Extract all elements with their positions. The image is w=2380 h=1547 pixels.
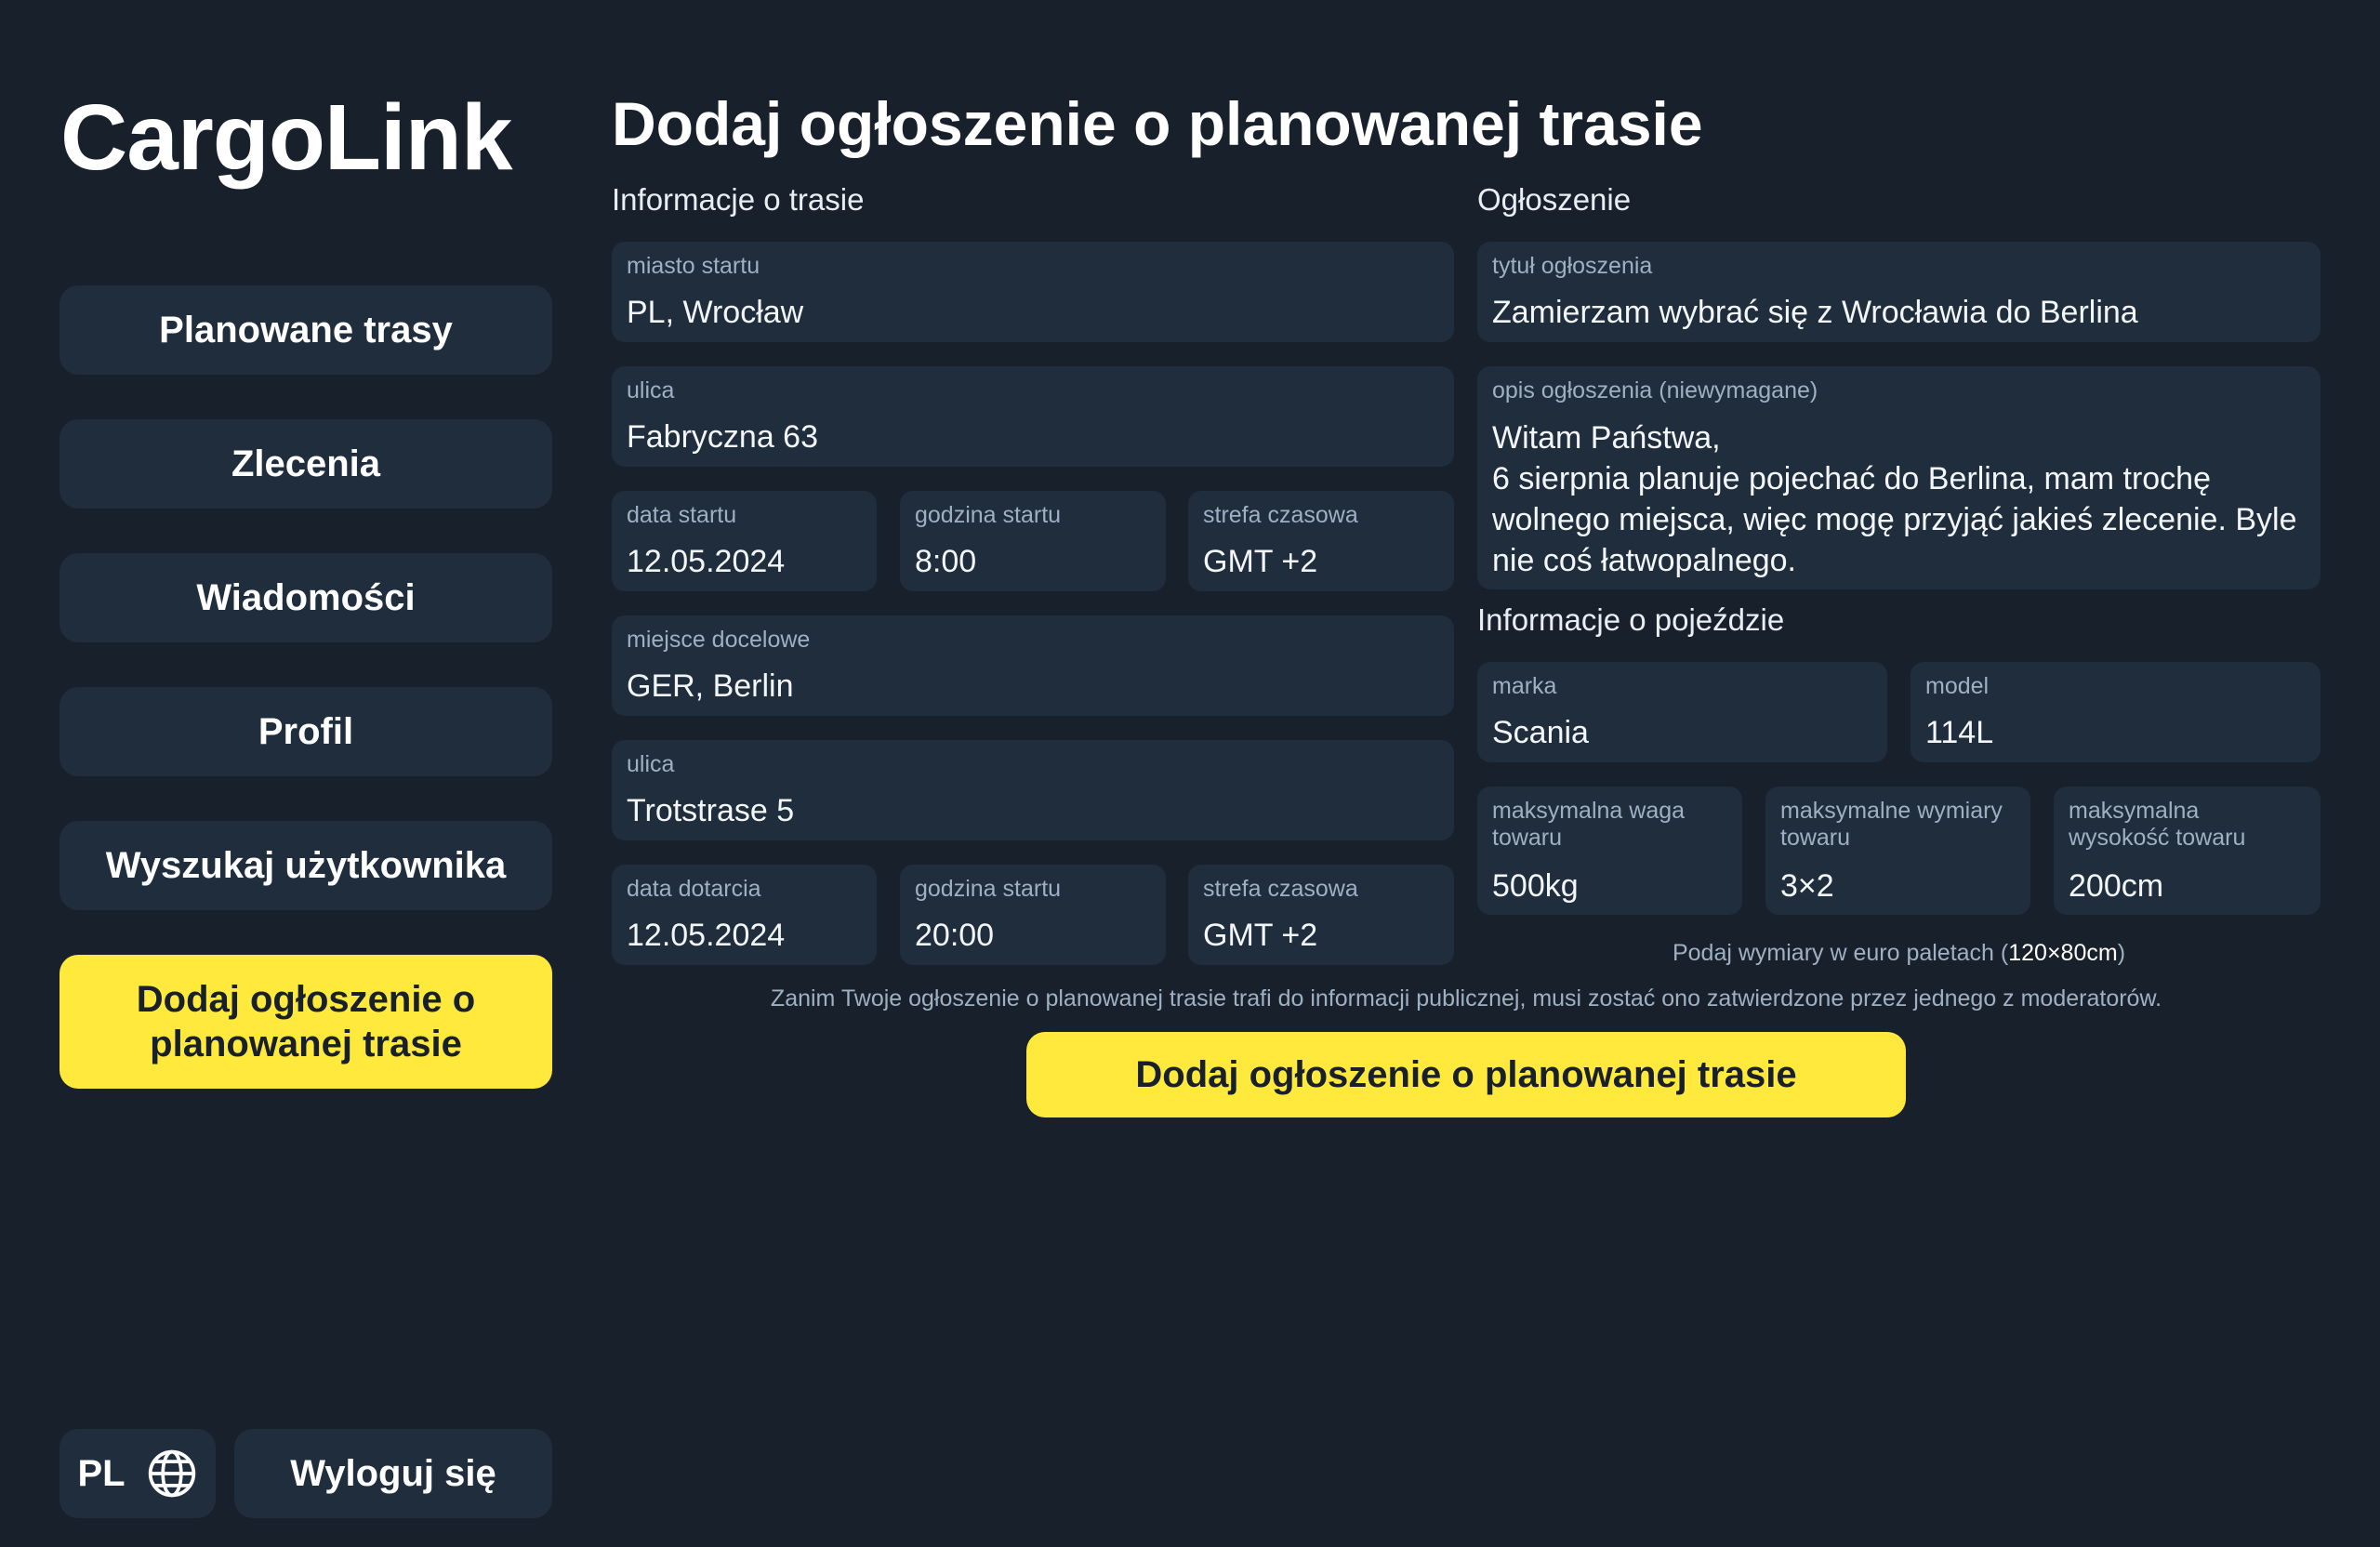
globe-icon xyxy=(146,1448,198,1500)
sidebar-item-label: Dodaj ogłoszenie o planowanej trasie xyxy=(136,979,476,1064)
field-label: maksymalna wysokość towaru xyxy=(2069,798,2246,851)
vehicle-brand-input[interactable]: Scania xyxy=(1492,713,1872,753)
route-info-heading: Informacje o trasie xyxy=(612,182,865,217)
max-dimensions-input[interactable]: 3×2 xyxy=(1780,866,2016,906)
field-label: model xyxy=(1925,673,1990,699)
sidebar-item-planned-routes[interactable]: Planowane trasy xyxy=(60,285,552,375)
arrival-timezone-input[interactable]: GMT +2 xyxy=(1203,916,1439,956)
language-label: PL xyxy=(77,1452,126,1494)
vehicle-model-field[interactable]: model 114L xyxy=(1911,662,2320,762)
sidebar-item-profile[interactable]: Profil xyxy=(60,687,552,776)
field-label: opis ogłoszenia (niewymagane) xyxy=(1492,377,1818,403)
start-city-input[interactable]: PL, Wrocław xyxy=(627,293,1439,333)
start-time-input[interactable]: 8:00 xyxy=(915,542,1151,582)
start-street-field[interactable]: ulica Fabryczna 63 xyxy=(612,366,1454,467)
start-timezone-field[interactable]: strefa czasowa GMT +2 xyxy=(1188,491,1454,591)
destination-street-field[interactable]: ulica Trotstrase 5 xyxy=(612,740,1454,840)
start-timezone-input[interactable]: GMT +2 xyxy=(1203,542,1439,582)
field-label: data dotarcia xyxy=(627,876,761,902)
submit-route-button[interactable]: Dodaj ogłoszenie o planowanej trasie xyxy=(1026,1032,1906,1117)
arrival-date-input[interactable]: 12.05.2024 xyxy=(627,916,862,956)
field-label: miejsce docelowe xyxy=(627,627,811,653)
pallet-hint-value: 120×80cm xyxy=(2008,940,2118,966)
arrival-time-input[interactable]: 20:00 xyxy=(915,916,1151,956)
max-weight-field[interactable]: maksymalna waga towaru 500kg xyxy=(1477,787,1742,915)
logout-button[interactable]: Wyloguj się xyxy=(234,1429,552,1518)
field-label: godzina startu xyxy=(915,876,1062,902)
field-label: marka xyxy=(1492,673,1557,699)
sidebar-item-messages[interactable]: Wiadomości xyxy=(60,553,552,642)
sidebar-item-label: Planowane trasy xyxy=(159,310,453,350)
logout-label: Wyloguj się xyxy=(290,1452,496,1494)
app-logo: CargoLink xyxy=(60,86,512,190)
field-label: data startu xyxy=(627,502,737,528)
field-label: godzina startu xyxy=(915,502,1062,528)
field-label: maksymalne wymiary towaru xyxy=(1780,798,2003,851)
app-root: CargoLink Planowane trasy Zlecenia Wiado… xyxy=(0,0,2380,1547)
start-date-field[interactable]: data startu 12.05.2024 xyxy=(612,491,877,591)
pallet-hint-prefix: Podaj wymiary w euro paletach ( xyxy=(1672,940,2009,966)
start-city-field[interactable]: miasto startu PL, Wrocław xyxy=(612,242,1454,342)
field-label: ulica xyxy=(627,751,675,777)
field-label: maksymalna waga towaru xyxy=(1492,798,1686,851)
arrival-timezone-field[interactable]: strefa czasowa GMT +2 xyxy=(1188,865,1454,965)
submit-route-label: Dodaj ogłoszenie o planowanej trasie xyxy=(1135,1053,1797,1095)
vehicle-info-heading: Informacje o pojeździe xyxy=(1477,602,1785,637)
start-time-field[interactable]: godzina startu 8:00 xyxy=(900,491,1166,591)
vehicle-model-input[interactable]: 114L xyxy=(1925,713,2306,753)
announcement-description-field[interactable]: opis ogłoszenia (niewymagane) Witam Pańs… xyxy=(1477,366,2320,589)
max-height-field[interactable]: maksymalna wysokość towaru 200cm xyxy=(2054,787,2320,915)
moderation-note: Zanim Twoje ogłoszenie o planowanej tras… xyxy=(770,985,2162,1012)
sidebar-item-label: Zlecenia xyxy=(231,443,381,484)
field-label: strefa czasowa xyxy=(1203,876,1358,902)
page-title: Dodaj ogłoszenie o planowanej trasie xyxy=(612,89,1703,158)
vehicle-brand-field[interactable]: marka Scania xyxy=(1477,662,1887,762)
sidebar-item-label: Profil xyxy=(258,711,354,752)
sidebar-item-orders[interactable]: Zlecenia xyxy=(60,419,552,509)
announcement-title-input[interactable]: Zamierzam wybrać się z Wrocławia do Berl… xyxy=(1492,293,2306,333)
language-button[interactable]: PL xyxy=(60,1429,216,1518)
field-label: strefa czasowa xyxy=(1203,502,1358,528)
announcement-description-textarea[interactable]: Witam Państwa, 6 sierpnia planuje pojech… xyxy=(1492,417,2306,581)
field-label: miasto startu xyxy=(627,253,760,279)
sidebar-item-label: Wyszukaj użytkownika xyxy=(105,845,507,886)
max-weight-input[interactable]: 500kg xyxy=(1492,866,1727,906)
arrival-date-field[interactable]: data dotarcia 12.05.2024 xyxy=(612,865,877,965)
pallet-hint: Podaj wymiary w euro paletach (120×80cm) xyxy=(1477,942,2320,965)
destination-street-input[interactable]: Trotstrase 5 xyxy=(627,791,1439,831)
start-street-input[interactable]: Fabryczna 63 xyxy=(627,417,1439,457)
sidebar-item-label: Wiadomości xyxy=(196,577,416,618)
sidebar-item-add-route[interactable]: Dodaj ogłoszenie o planowanej trasie xyxy=(60,955,552,1089)
max-height-input[interactable]: 200cm xyxy=(2069,866,2306,906)
sidebar-item-search-user[interactable]: Wyszukaj użytkownika xyxy=(60,821,552,910)
announcement-heading: Ogłoszenie xyxy=(1477,182,1632,217)
field-label: tytuł ogłoszenia xyxy=(1492,253,1653,279)
destination-input[interactable]: GER, Berlin xyxy=(627,667,1439,707)
start-date-input[interactable]: 12.05.2024 xyxy=(627,542,862,582)
max-dimensions-field[interactable]: maksymalne wymiary towaru 3×2 xyxy=(1765,787,2030,915)
field-label: ulica xyxy=(627,377,675,403)
announcement-title-field[interactable]: tytuł ogłoszenia Zamierzam wybrać się z … xyxy=(1477,242,2320,342)
destination-field[interactable]: miejsce docelowe GER, Berlin xyxy=(612,615,1454,716)
arrival-time-field[interactable]: godzina startu 20:00 xyxy=(900,865,1166,965)
pallet-hint-suffix: ) xyxy=(2117,940,2126,966)
